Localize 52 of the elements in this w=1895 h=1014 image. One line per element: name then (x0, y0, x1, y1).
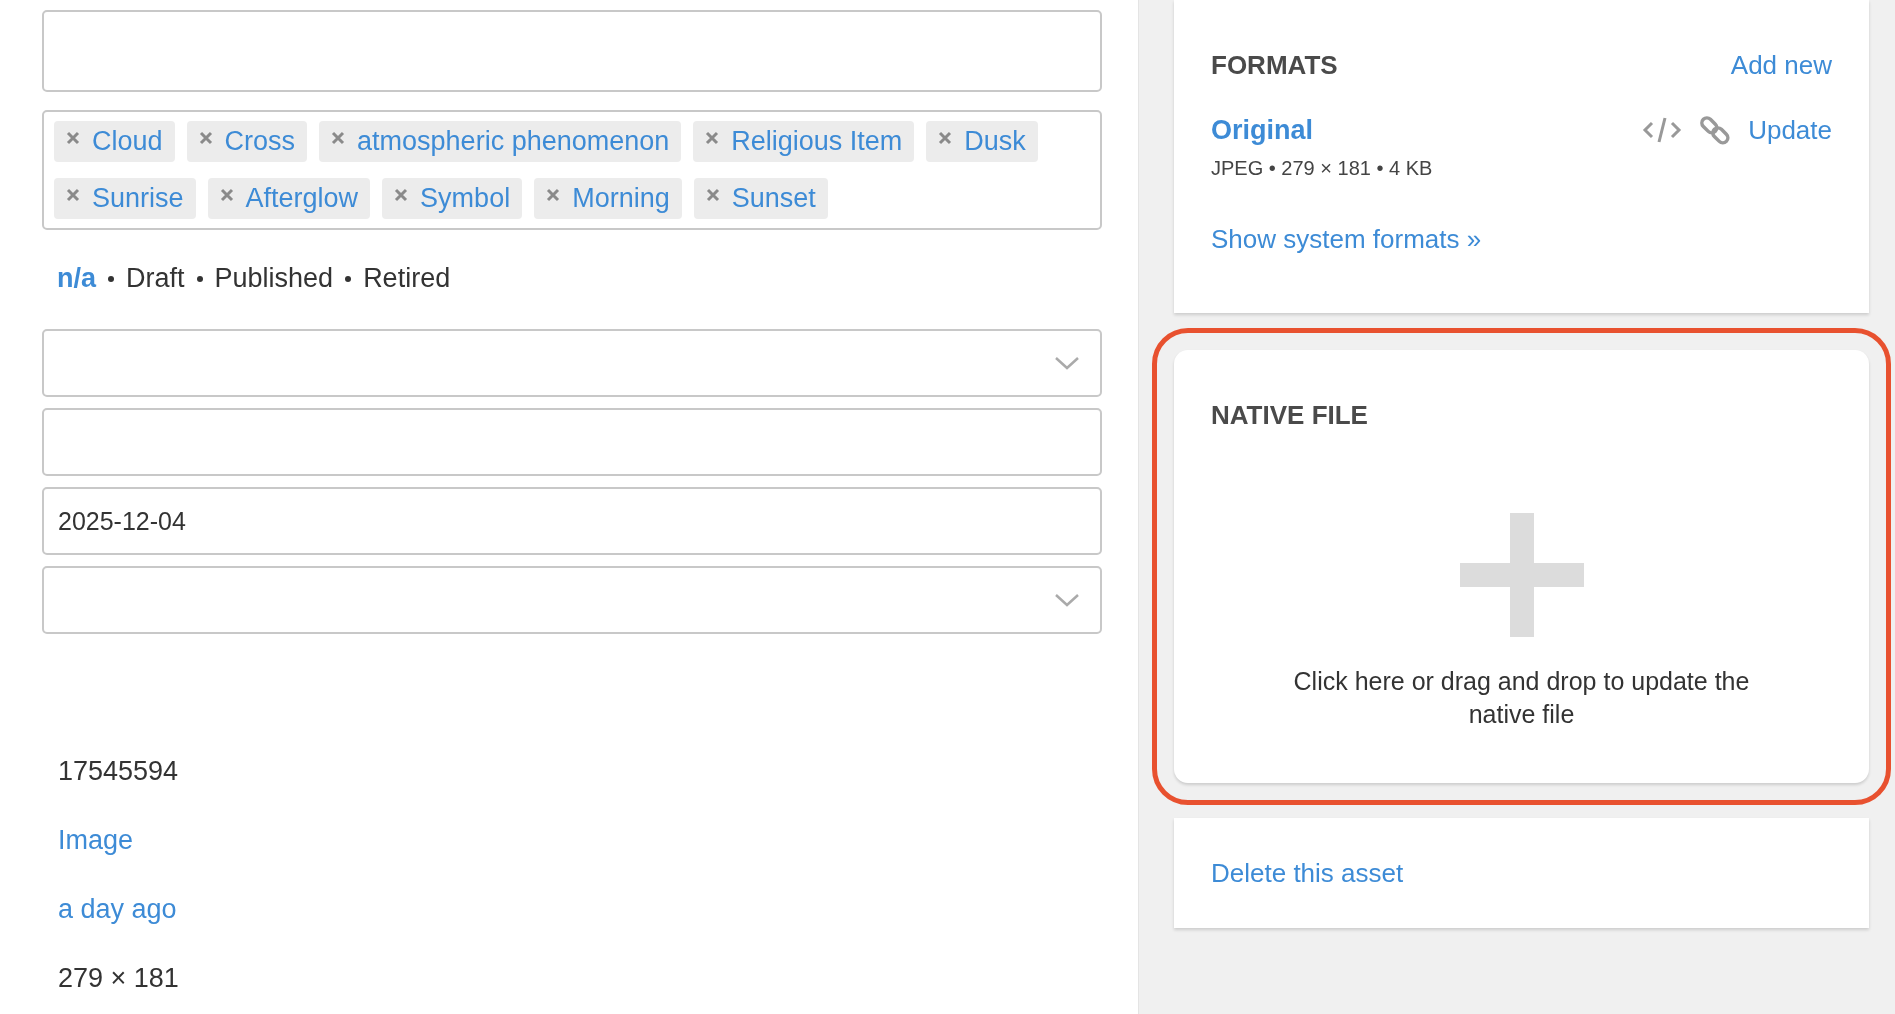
format-link[interactable]: Original (1211, 114, 1313, 146)
tag[interactable]: Religious Item (693, 121, 915, 162)
detail-link[interactable]: Image (58, 825, 1138, 856)
status-option[interactable]: Published (214, 263, 334, 294)
tag[interactable]: Cross (186, 121, 308, 162)
select-field[interactable] (42, 566, 1102, 634)
code-icon[interactable] (1642, 115, 1683, 145)
detail-value: 17545594 (58, 756, 180, 787)
status-option[interactable]: Retired (363, 263, 451, 294)
remove-icon[interactable] (331, 130, 346, 145)
remove-icon[interactable] (394, 187, 409, 202)
status-option[interactable]: n/a (57, 263, 96, 294)
tag-field[interactable]: Cloud Cross atmospheric phenomenon Religious Item Dusk Sunrise Afterglow Symbol Morning Sunset (42, 110, 1102, 230)
text-field[interactable] (42, 408, 1102, 476)
text-field[interactable] (42, 10, 1102, 92)
detail-link[interactable]: a day ago (58, 894, 1138, 925)
remove-icon[interactable] (198, 130, 213, 145)
select-field[interactable] (42, 329, 1102, 397)
tag[interactable]: Dusk (926, 121, 1038, 162)
separator-dot (345, 275, 352, 282)
separator-dot (196, 275, 203, 282)
remove-icon[interactable] (705, 130, 720, 145)
remove-icon[interactable] (66, 130, 80, 145)
remove-icon[interactable] (938, 130, 953, 145)
section-title: NATIVE FILE (1211, 400, 1368, 431)
tag[interactable]: Afterglow (207, 178, 371, 219)
detail-value: 279 × 181 (58, 963, 180, 994)
section-title: FORMATS (1211, 50, 1338, 81)
remove-icon[interactable] (219, 187, 234, 202)
chevron-icon (1054, 592, 1080, 608)
add-new-link[interactable]: Add new (1730, 50, 1832, 81)
separator-dot (108, 275, 114, 282)
tag[interactable]: atmospheric phenomenon (319, 121, 682, 162)
tag[interactable]: Symbol (382, 178, 523, 219)
status-option[interactable]: Draft (126, 263, 185, 294)
update-link[interactable]: Update (1748, 114, 1832, 146)
upload-card[interactable]: NATIVE FILE Click here or drag and drop to update the native file (1174, 350, 1869, 783)
tag[interactable]: Sunrise (54, 178, 196, 219)
remove-icon[interactable] (705, 187, 720, 202)
chevron-icon (1054, 355, 1080, 371)
plus-icon (1459, 513, 1584, 637)
link-icon[interactable] (1698, 113, 1733, 147)
delete-link[interactable]: Delete this asset (1211, 857, 1404, 889)
upload-hint: Click here or drag and drop to update the native file (1292, 666, 1751, 730)
tag[interactable]: Sunset (693, 178, 828, 219)
tag[interactable]: Cloud (54, 121, 175, 162)
remove-icon[interactable] (66, 187, 80, 202)
tag[interactable]: Morning (534, 178, 682, 219)
text-field[interactable]: 2025-12-04 (42, 487, 1102, 555)
remove-icon[interactable] (546, 187, 561, 202)
format-details: JPEG • 279 × 181 • 4 KB (1211, 157, 1434, 180)
show-formats-link[interactable]: Show system formats » (1211, 224, 1482, 255)
